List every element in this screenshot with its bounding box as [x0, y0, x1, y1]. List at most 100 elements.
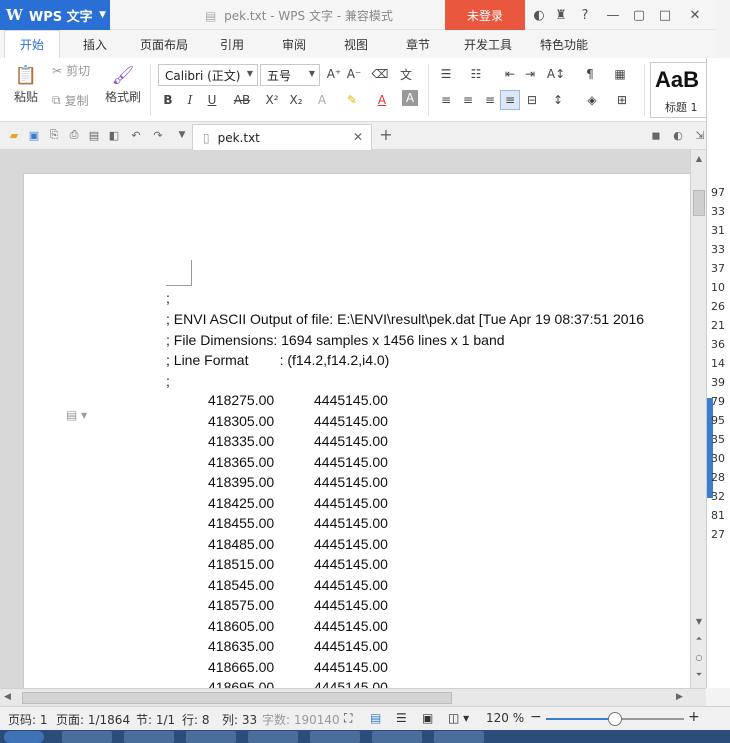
underline-icon[interactable]: U: [202, 90, 222, 110]
spellcheck-icon[interactable]: ◧: [106, 127, 122, 143]
font-name-select[interactable]: Calibri (正文) ▼: [158, 64, 258, 86]
scroll-left-icon[interactable]: ◀: [4, 692, 11, 702]
copy-button[interactable]: ⧉ 复制: [52, 92, 89, 109]
print-icon[interactable]: ⎙: [66, 127, 82, 143]
scroll-down-icon[interactable]: ▼: [694, 616, 704, 626]
document-tab[interactable]: ▯ pek.txt ✕: [192, 124, 372, 150]
tab-features[interactable]: 特色功能: [530, 30, 598, 58]
paragraph-handle-icon[interactable]: ▤ ▾: [66, 408, 87, 422]
align-center-icon[interactable]: ≡: [458, 90, 478, 110]
window-mode-icon[interactable]: ◼: [648, 127, 664, 143]
line-spacing-icon[interactable]: ↕: [548, 90, 568, 110]
print-preview-icon[interactable]: ▤: [86, 127, 102, 143]
skin-icon[interactable]: ◐: [530, 6, 548, 24]
page-view-icon[interactable]: ▤: [370, 711, 381, 725]
document-page[interactable]: ; ; ENVI ASCII Output of file: E:\ENVI\r…: [24, 174, 690, 688]
clear-format-icon[interactable]: ⌫: [370, 64, 390, 84]
tab-chapter[interactable]: 章节: [392, 30, 444, 58]
maximize-icon[interactable]: □: [656, 6, 674, 24]
strikethrough-icon[interactable]: AB: [232, 90, 252, 110]
cut-button[interactable]: ✂ 剪切: [52, 62, 90, 79]
tab-view[interactable]: 视图: [330, 30, 382, 58]
zoom-slider-knob[interactable]: [608, 712, 622, 726]
reading-view-icon[interactable]: ▣: [422, 711, 433, 725]
vertical-scrollbar[interactable]: ▲ ▼ ⏶ ○ ⏷: [690, 150, 706, 688]
zoom-level[interactable]: 120 %: [486, 711, 524, 725]
tab-home[interactable]: 开始: [4, 30, 60, 58]
taskbar-app[interactable]: [434, 731, 484, 743]
taskbar-app[interactable]: [248, 731, 298, 743]
taskbar-app[interactable]: [124, 731, 174, 743]
prev-page-icon[interactable]: ⏶: [694, 634, 704, 644]
char-shading-icon[interactable]: A: [402, 90, 418, 106]
redo-icon[interactable]: ↷: [150, 127, 166, 143]
highlight-icon[interactable]: ✎: [342, 90, 362, 110]
share-icon[interactable]: ◐: [670, 127, 686, 143]
paste-button[interactable]: 📋 粘贴: [8, 62, 44, 105]
tab-page-layout[interactable]: 页面布局: [130, 30, 198, 58]
close-tab-icon[interactable]: ✕: [353, 130, 363, 144]
login-button[interactable]: 未登录: [445, 0, 525, 30]
align-left-icon[interactable]: ≡: [436, 90, 456, 110]
undo-icon[interactable]: ↶: [128, 127, 144, 143]
taskbar-app[interactable]: [310, 731, 360, 743]
scroll-up-icon[interactable]: ▲: [694, 153, 704, 163]
paragraph-shading-icon[interactable]: ◈: [582, 90, 602, 110]
wps-menu-button[interactable]: W WPS 文字 ▼: [0, 0, 110, 30]
help-icon[interactable]: ?: [576, 6, 594, 24]
horizontal-scrollbar[interactable]: ◀ ▶: [0, 688, 706, 706]
outline-view-icon[interactable]: ☰: [396, 711, 407, 725]
italic-icon[interactable]: I: [180, 90, 200, 110]
status-page-code[interactable]: 页码: 1: [8, 711, 48, 728]
tab-review[interactable]: 审阅: [268, 30, 320, 58]
scroll-right-icon[interactable]: ▶: [676, 692, 683, 702]
taskbar-app[interactable]: [186, 731, 236, 743]
tab-insert[interactable]: 插入: [68, 30, 122, 58]
status-page[interactable]: 页面: 1/1864: [56, 711, 130, 728]
select-browse-icon[interactable]: ○: [694, 652, 704, 662]
open-folder-icon[interactable]: ▰: [6, 127, 22, 143]
vertical-scroll-thumb[interactable]: [693, 190, 705, 216]
bullet-list-icon[interactable]: ☰: [436, 64, 456, 84]
font-color-icon[interactable]: A: [372, 90, 392, 110]
save-icon[interactable]: ▣: [26, 127, 42, 143]
export-pdf-icon[interactable]: ⎘: [46, 127, 62, 143]
superscript-icon[interactable]: X²: [262, 90, 282, 110]
horizontal-scroll-thumb[interactable]: [22, 692, 452, 704]
bold-icon[interactable]: B: [158, 90, 178, 110]
zoom-slider[interactable]: [546, 712, 684, 726]
table-icon[interactable]: ▦: [610, 64, 630, 84]
show-marks-icon[interactable]: ¶: [580, 64, 600, 84]
tab-developer[interactable]: 开发工具: [454, 30, 522, 58]
text-effect-icon[interactable]: A: [312, 90, 332, 110]
web-view-icon[interactable]: ◫ ▾: [448, 711, 469, 725]
minimize-icon[interactable]: —: [604, 6, 622, 24]
taskbar-app[interactable]: [62, 731, 112, 743]
status-word-count[interactable]: 字数: 190140: [262, 711, 340, 728]
next-page-icon[interactable]: ⏷: [694, 670, 704, 680]
fullscreen-icon[interactable]: ⛶: [344, 711, 352, 726]
new-tab-icon[interactable]: +: [378, 125, 394, 144]
decrease-indent-icon[interactable]: ⇤: [500, 64, 520, 84]
start-button[interactable]: [4, 731, 44, 743]
taskbar-app[interactable]: [372, 731, 422, 743]
distribute-icon[interactable]: ⊟: [522, 90, 542, 110]
increase-indent-icon[interactable]: ⇥: [520, 64, 540, 84]
subscript-icon[interactable]: X₂: [286, 90, 306, 110]
chevron-down-icon[interactable]: ▼: [174, 127, 190, 143]
restore-icon[interactable]: ▢: [630, 6, 648, 24]
justify-icon[interactable]: ≡: [500, 90, 520, 110]
grow-font-icon[interactable]: A⁺: [324, 64, 344, 84]
pinyin-icon[interactable]: 文: [396, 64, 416, 84]
shirt-icon[interactable]: ♜: [552, 6, 570, 24]
close-icon[interactable]: ✕: [686, 6, 704, 24]
zoom-in-icon[interactable]: +: [688, 709, 700, 725]
align-right-icon[interactable]: ≡: [480, 90, 500, 110]
border-icon[interactable]: ⊞: [612, 90, 632, 110]
format-painter-button[interactable]: 🖌 格式刷: [104, 62, 142, 105]
shrink-font-icon[interactable]: A⁻: [344, 64, 364, 84]
font-size-select[interactable]: 五号 ▼: [260, 64, 320, 86]
zoom-out-icon[interactable]: −: [530, 709, 542, 725]
numbered-list-icon[interactable]: ☷: [466, 64, 486, 84]
tab-references[interactable]: 引用: [206, 30, 258, 58]
